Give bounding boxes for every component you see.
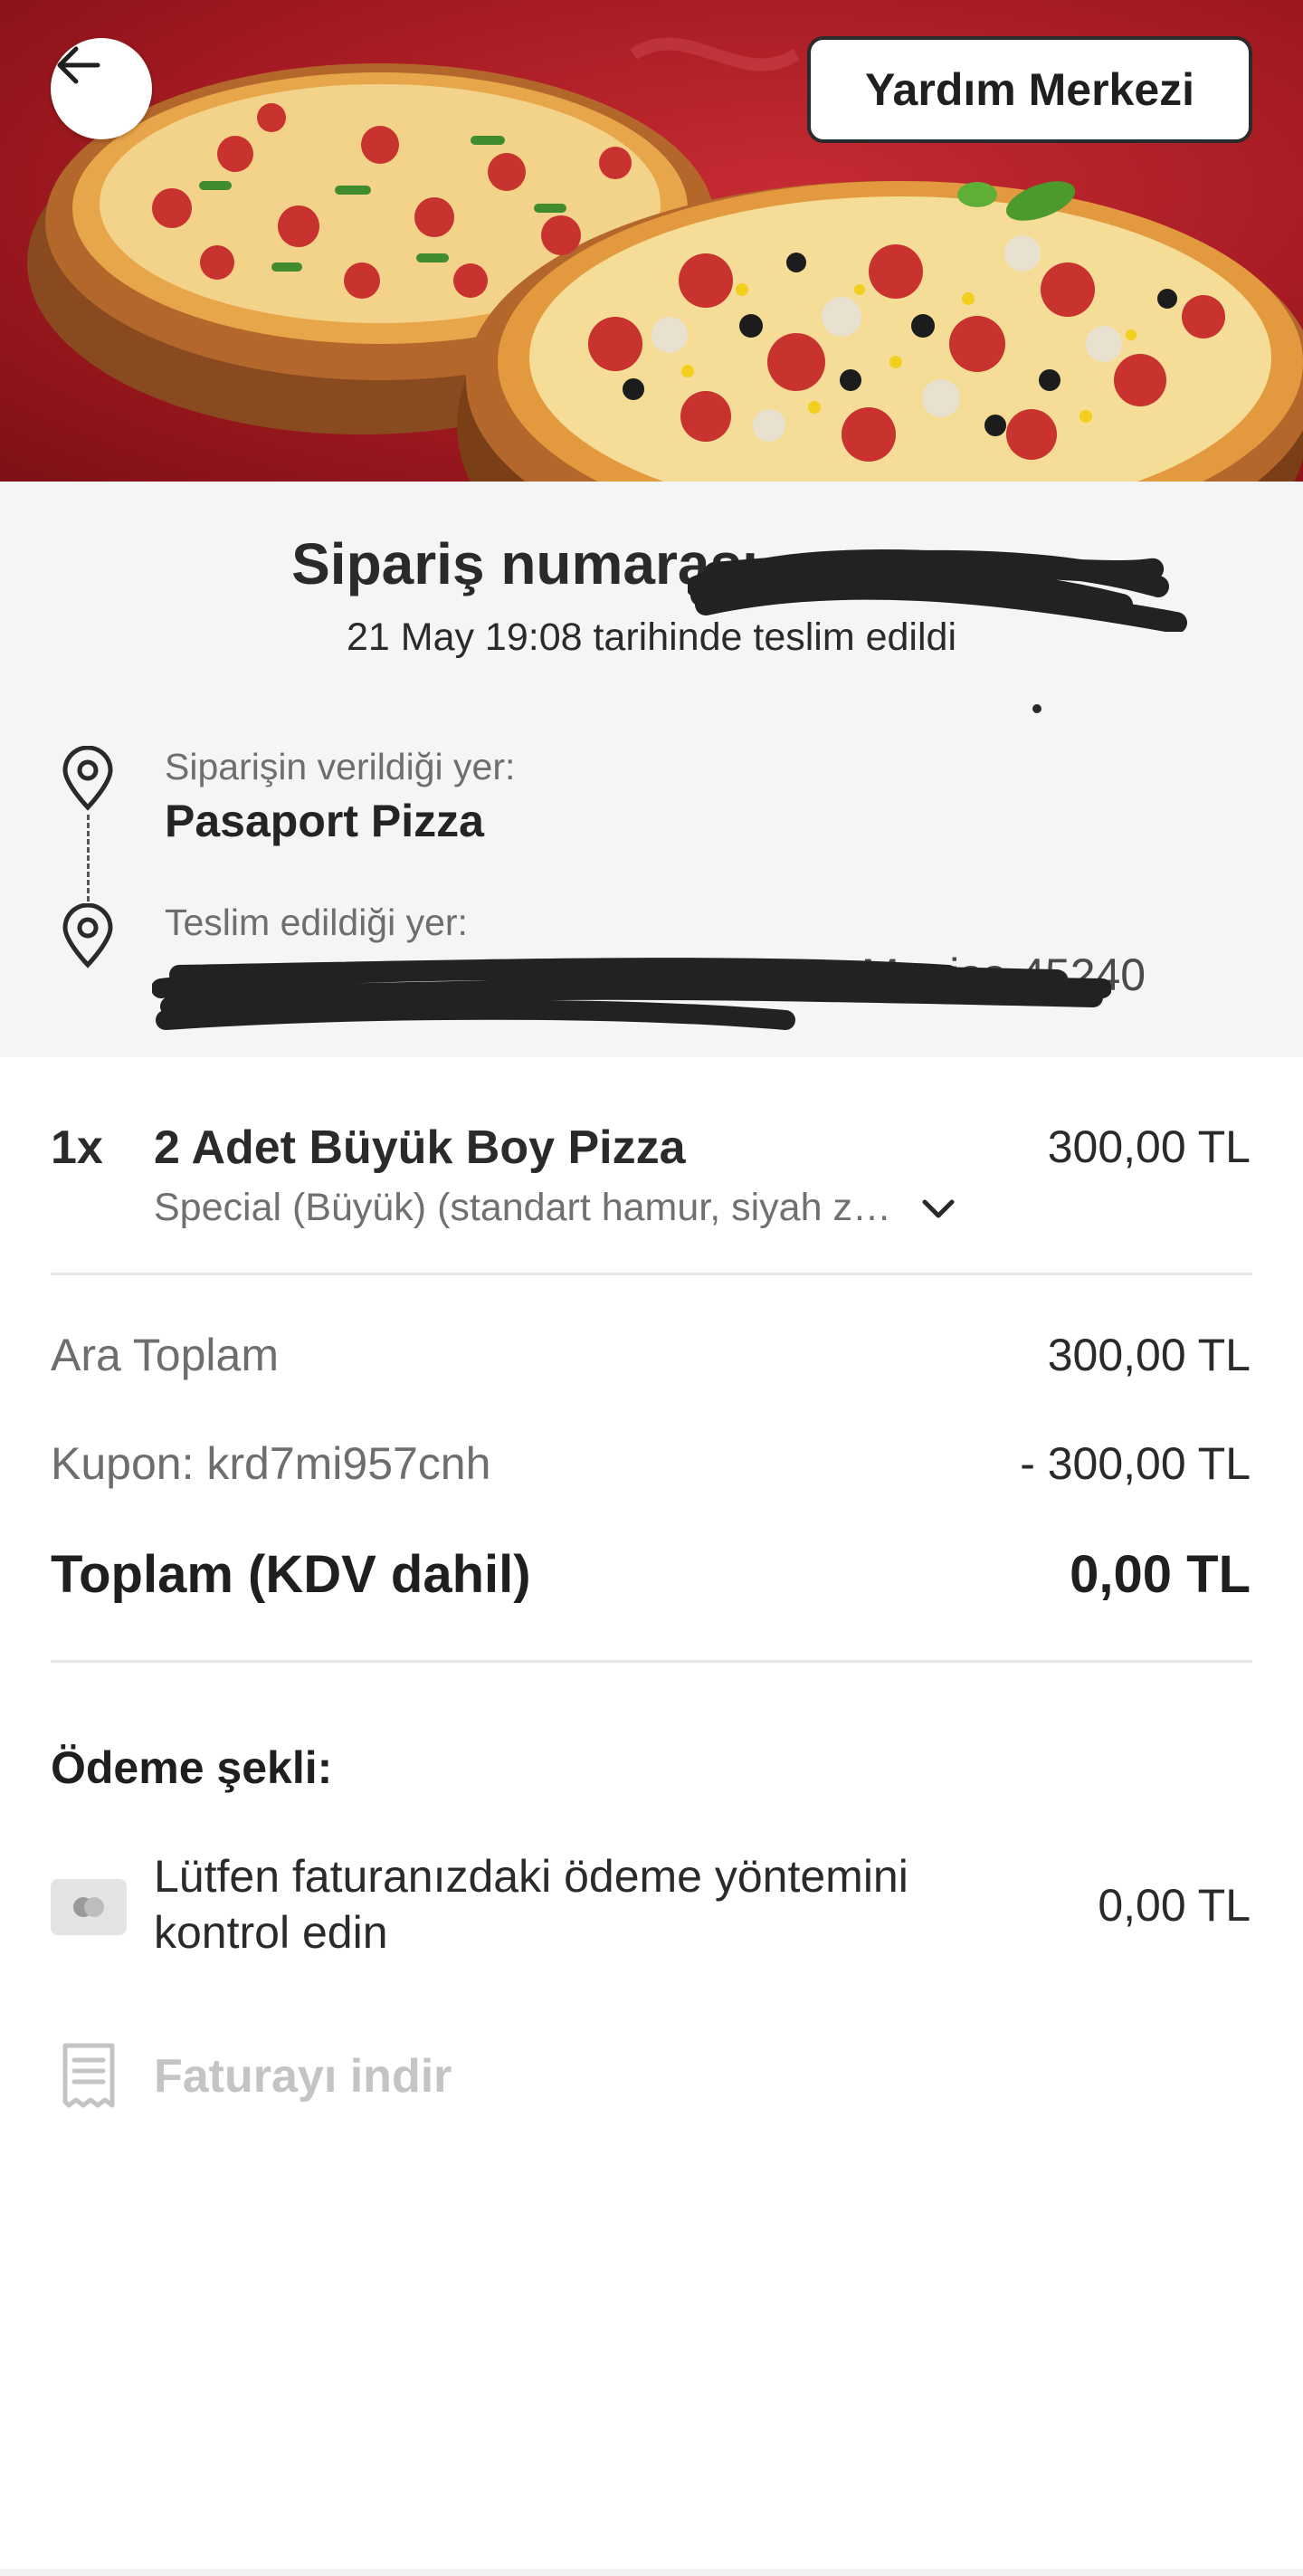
delivered-date-text: 21 May 19:08 tarihinde teslim edildi — [346, 615, 957, 659]
card-icon — [51, 1879, 127, 1935]
item-name: 2 Adet Büyük Boy Pizza — [154, 1121, 686, 1174]
arrow-left-icon — [57, 46, 100, 84]
payment-method-text: Lütfen faturanızdaki ödeme yöntemini kon… — [154, 1851, 908, 1958]
route-line — [87, 815, 90, 902]
receipt-icon — [62, 2043, 115, 2108]
item-price: 300,00 TL — [1047, 1121, 1251, 1172]
restaurant-label: Siparişin verildiği yer: — [165, 746, 516, 787]
back-button[interactable] — [51, 38, 152, 139]
help-center-button[interactable]: Yardım Merkezi — [807, 36, 1252, 143]
coupon-label: Kupon: krd7mi957cnh — [51, 1438, 491, 1489]
chevron-down-icon[interactable] — [916, 1191, 961, 1227]
order-info-section: Sipariş numarası 21 May 19:08 tarihinde … — [0, 482, 1303, 1057]
restaurant-name: Pasaport Pizza — [165, 796, 484, 846]
bottom-edge — [0, 2569, 1303, 2576]
subtotal-label: Ara Toplam — [51, 1330, 279, 1380]
total-label: Toplam (KDV dahil) — [51, 1545, 531, 1604]
total-value: 0,00 TL — [1070, 1545, 1251, 1604]
divider — [51, 1273, 1252, 1275]
item-description[interactable]: Special (Büyük) (standart hamur, siyah z… — [154, 1186, 896, 1230]
item-quantity: 1x — [51, 1121, 103, 1174]
coupon-value: - 300,00 TL — [1020, 1438, 1251, 1489]
hero-banner: Yardım Merkezi — [0, 0, 1303, 482]
payment-amount: 0,00 TL — [1098, 1880, 1251, 1931]
divider — [51, 1660, 1252, 1663]
dot-mark — [1032, 704, 1041, 713]
download-invoice-button[interactable]: Faturayı indir — [154, 2049, 452, 2104]
map-pin-icon — [62, 903, 113, 968]
redaction-scribble — [152, 958, 1111, 1030]
subtotal-value: 300,00 TL — [1047, 1330, 1251, 1380]
map-pin-icon — [62, 746, 113, 811]
payment-title: Ödeme şekli: — [51, 1742, 333, 1793]
